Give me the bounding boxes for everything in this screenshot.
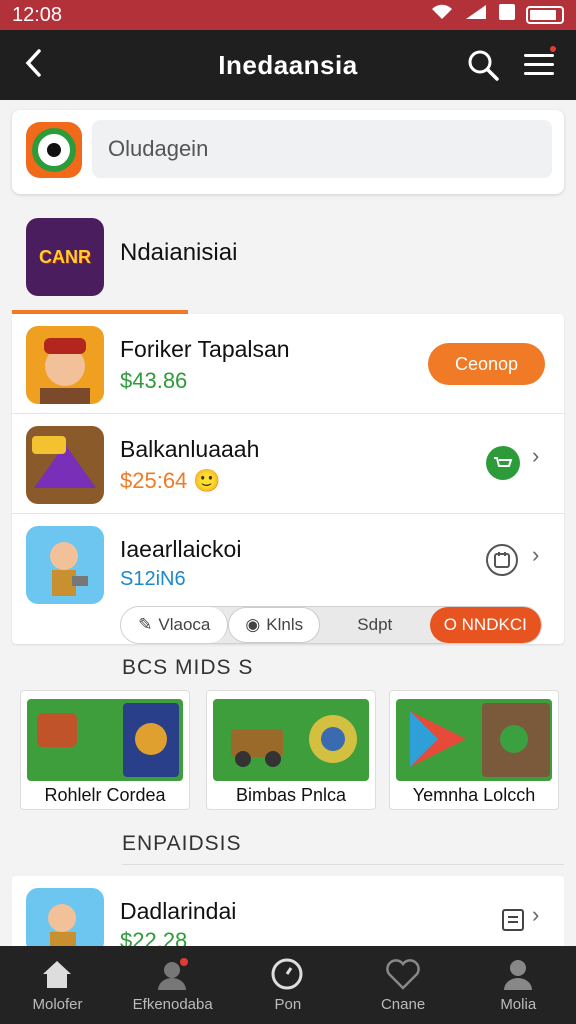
list-item[interactable]: Dadlarindai $22.28 › xyxy=(12,876,564,956)
home-icon xyxy=(43,961,71,988)
tile-caption: Rohlelr Cordea xyxy=(44,785,166,805)
nav-activity[interactable]: Pon xyxy=(230,946,345,1024)
nav-explore[interactable]: Efkenodaba xyxy=(115,946,230,1024)
segment-option[interactable]: ✎ Vlaoca xyxy=(121,607,229,643)
nav-profile[interactable]: Molia xyxy=(461,946,576,1024)
tile-art xyxy=(396,699,552,781)
search-card xyxy=(12,110,564,194)
status-time: 12:08 xyxy=(12,3,63,26)
menu-button[interactable] xyxy=(522,44,558,82)
nav-home[interactable]: Molofer xyxy=(0,946,115,1024)
user-icon xyxy=(503,960,532,990)
menu-line xyxy=(524,54,554,57)
list-item[interactable]: Iaearllaickoi S12iN6 xyxy=(12,514,564,614)
featured-icon-text: CANR xyxy=(39,246,91,267)
tile-caption: Yemnha Lolcch xyxy=(412,785,536,805)
profile-badge-icon xyxy=(158,958,189,990)
nav-label: Pon xyxy=(274,996,302,1013)
cart-icon[interactable] xyxy=(486,446,520,480)
bottom-nav: Molofer Efkenodaba Pon Cnane Molia xyxy=(0,946,576,1024)
segment-option-active[interactable]: O NNDKCI xyxy=(429,607,541,643)
search-input[interactable] xyxy=(92,120,552,178)
filter-segments: ✎ Vlaoca ◉ Klnls Sdpt O NNDKCI xyxy=(120,606,542,644)
game-tile[interactable]: Yemnha Lolcch xyxy=(389,690,559,810)
notification-dot xyxy=(548,44,558,54)
explorer-thumb-icon xyxy=(26,888,104,954)
item-price: $43.86 xyxy=(120,368,188,393)
search-button[interactable] xyxy=(466,48,500,82)
nav-label: Molofer xyxy=(32,996,83,1013)
clipboard-icon[interactable] xyxy=(500,906,526,937)
app-list: Foriker Tapalsan $43.86 Ceonop Balkanlua… xyxy=(12,314,564,644)
featured-row[interactable]: CANR Ndaianisiai xyxy=(12,205,564,311)
crystal-thumb-icon xyxy=(26,426,104,504)
segment-option[interactable]: ◉ Klnls xyxy=(228,607,321,643)
item-name: Balkanluaaah xyxy=(120,436,260,462)
section-heading: ENPAIDSIS xyxy=(122,832,242,855)
item-name: Foriker Tapalsan xyxy=(120,336,290,362)
nav-label: Molia xyxy=(500,996,537,1013)
featured-app-icon: CANR xyxy=(26,218,104,296)
list-item[interactable]: Foriker Tapalsan $43.86 Ceonop xyxy=(12,314,564,414)
notification-icon xyxy=(498,3,516,27)
item-price: $25:64 🙂 xyxy=(120,468,221,493)
signal-icon xyxy=(464,3,488,27)
clock-icon xyxy=(271,958,303,990)
user-icon: ◉ xyxy=(245,615,261,634)
game-tile[interactable]: Rohlelr Cordea xyxy=(20,690,190,810)
menu-line xyxy=(524,72,554,75)
nav-label: Efkenodaba xyxy=(132,996,213,1013)
nav-favorites[interactable]: Cnane xyxy=(346,946,461,1024)
tile-art xyxy=(27,699,183,781)
nav-label: Cnane xyxy=(380,996,426,1013)
character-thumb-icon xyxy=(26,326,104,404)
search-icon xyxy=(468,50,499,81)
item-name: Dadlarindai xyxy=(120,898,237,924)
game-tile[interactable]: Bimbas Pnlca xyxy=(206,690,376,810)
adventurer-thumb-icon xyxy=(26,526,104,604)
pencil-icon: ✎ xyxy=(138,615,153,634)
divider xyxy=(122,864,564,865)
chevron-right-icon: › xyxy=(532,902,540,927)
wifi-icon xyxy=(430,3,454,27)
tile-art xyxy=(213,699,369,781)
menu-line xyxy=(524,63,554,66)
heart-icon xyxy=(385,959,420,990)
tile-caption: Bimbas Pnlca xyxy=(235,785,347,805)
item-price: S12iN6 xyxy=(120,568,186,590)
chevron-right-icon: › xyxy=(532,542,540,567)
list-item[interactable]: Balkanluaaah $25:64 🙂 xyxy=(12,414,564,514)
app-bar: Inedaansia xyxy=(0,30,576,100)
smiley-icon: 🙂 xyxy=(193,468,221,493)
item-name: Iaearllaickoi xyxy=(120,536,242,562)
battery-icon xyxy=(526,6,564,24)
status-icons xyxy=(430,3,564,27)
status-bar: 12:08 xyxy=(0,0,576,30)
buy-button[interactable]: Ceonop xyxy=(428,343,545,385)
calendar-icon[interactable] xyxy=(486,544,518,576)
segment-option[interactable]: Sdpt xyxy=(320,607,429,643)
app-logo-icon xyxy=(26,122,82,178)
section-heading: BCS MIDS S xyxy=(122,656,254,679)
featured-title: Ndaianisiai xyxy=(120,239,238,266)
chevron-right-icon: › xyxy=(532,443,540,468)
